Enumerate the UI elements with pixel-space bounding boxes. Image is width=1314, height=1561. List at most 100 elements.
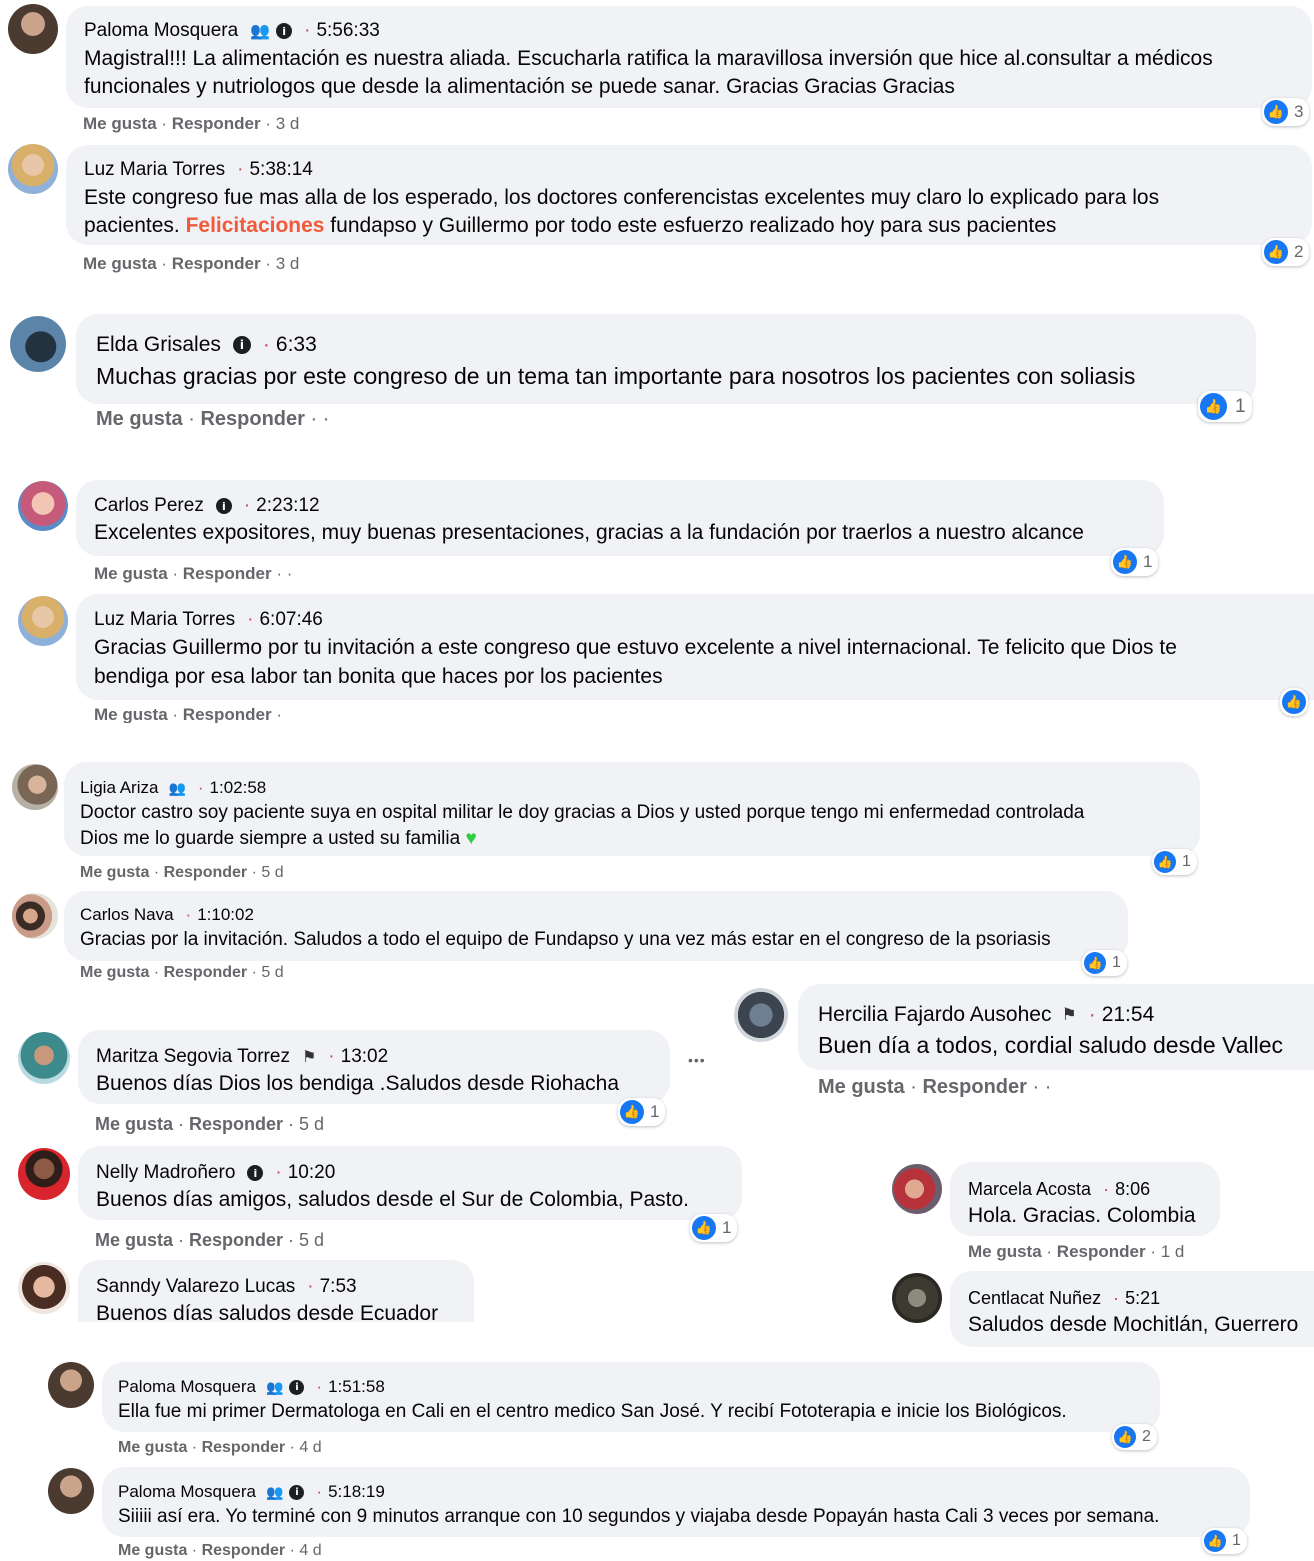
- like-button[interactable]: Me gusta: [94, 705, 168, 723]
- like-button[interactable]: Me gusta: [818, 1076, 905, 1098]
- avatar[interactable]: [48, 1362, 94, 1408]
- comment-age[interactable]: 3 d: [276, 114, 300, 133]
- like-button[interactable]: Me gusta: [95, 1230, 173, 1250]
- reply-button[interactable]: Responder: [200, 408, 304, 430]
- reply-button[interactable]: Responder: [183, 705, 272, 723]
- avatar[interactable]: [12, 764, 58, 810]
- comment-author[interactable]: Marcela Acosta: [968, 1179, 1091, 1200]
- comment-age[interactable]: 4 d: [299, 1439, 321, 1456]
- comment-time[interactable]: 1:51:58: [328, 1377, 385, 1397]
- comment-age[interactable]: 5 d: [261, 964, 283, 981]
- reply-button[interactable]: Responder: [202, 1542, 286, 1559]
- reply-button[interactable]: Responder: [183, 564, 272, 583]
- comment-time[interactable]: 10:20: [288, 1162, 336, 1184]
- reply-button[interactable]: Responder: [189, 1230, 283, 1250]
- comment-age[interactable]: ·: [1045, 1076, 1052, 1098]
- comment-bubble: Luz Maria Torres · 5:38:14 Este congreso …: [66, 145, 1312, 245]
- reaction-count[interactable]: 👍 2: [1112, 1424, 1157, 1450]
- reply-button[interactable]: Responder: [1057, 1242, 1146, 1261]
- comment-time[interactable]: 13:02: [341, 1046, 389, 1068]
- comment-time[interactable]: 7:53: [320, 1276, 357, 1298]
- comment-author[interactable]: Carlos Perez: [94, 495, 204, 517]
- avatar[interactable]: [734, 988, 788, 1042]
- avatar[interactable]: [18, 1262, 70, 1314]
- comment-time[interactable]: 8:06: [1115, 1179, 1150, 1200]
- avatar[interactable]: [8, 144, 58, 194]
- comment-author[interactable]: Elda Grisales: [96, 333, 221, 357]
- avatar[interactable]: [12, 893, 58, 939]
- comment-bubble: Elda Grisales i · 6:33 Muchas gracias por…: [76, 314, 1256, 404]
- avatar[interactable]: [18, 481, 68, 531]
- comment-text: Ella fue mi primer Dermatologa en Cali e…: [118, 1401, 1067, 1422]
- like-button[interactable]: Me gusta: [968, 1242, 1042, 1261]
- avatar[interactable]: [18, 1032, 70, 1084]
- comment-author[interactable]: Nelly Madroñero: [96, 1162, 235, 1184]
- reply-button[interactable]: Responder: [922, 1076, 1026, 1098]
- reply-button[interactable]: Responder: [189, 1114, 283, 1134]
- reaction-count[interactable]: 👍 3: [1262, 98, 1310, 126]
- comment-time[interactable]: 6:33: [276, 333, 317, 357]
- comment-time[interactable]: 2:23:12: [256, 495, 319, 517]
- reaction-count[interactable]: 👍: [1280, 688, 1308, 716]
- comment-author[interactable]: Sanndy Valarezo Lucas: [96, 1276, 295, 1298]
- comment-author[interactable]: Maritza Segovia Torrez: [96, 1046, 290, 1068]
- comment-author[interactable]: Paloma Mosquera: [118, 1482, 256, 1502]
- comment-author[interactable]: Ligia Ariza: [80, 778, 158, 798]
- like-button[interactable]: Me gusta: [96, 408, 183, 430]
- reaction-count[interactable]: 👍 1: [618, 1098, 666, 1126]
- comment-author[interactable]: Carlos Nava: [80, 905, 174, 925]
- reply-button[interactable]: Responder: [202, 1439, 286, 1456]
- like-button[interactable]: Me gusta: [80, 864, 149, 881]
- like-button[interactable]: Me gusta: [95, 1114, 173, 1134]
- avatar[interactable]: [18, 1148, 70, 1200]
- comment-author[interactable]: Luz Maria Torres: [94, 609, 235, 631]
- comment-time[interactable]: 5:38:14: [249, 159, 312, 181]
- reaction-count[interactable]: 👍 1: [1198, 391, 1252, 422]
- comment-age[interactable]: 5 d: [299, 1230, 324, 1250]
- comment-age[interactable]: 1 d: [1161, 1242, 1185, 1261]
- comment-age[interactable]: 5 d: [261, 864, 283, 881]
- like-button[interactable]: Me gusta: [94, 564, 168, 583]
- reply-button[interactable]: Responder: [172, 254, 261, 273]
- avatar[interactable]: [8, 4, 58, 54]
- reply-button[interactable]: Responder: [164, 964, 248, 981]
- comment-age[interactable]: 3 d: [276, 254, 300, 273]
- avatar[interactable]: [18, 596, 68, 646]
- comment-time[interactable]: 5:21: [1125, 1288, 1160, 1309]
- comment-time[interactable]: 6:07:46: [259, 609, 322, 631]
- reaction-count[interactable]: 👍 1: [1111, 548, 1159, 576]
- avatar[interactable]: [892, 1273, 942, 1323]
- avatar[interactable]: [10, 316, 66, 372]
- reaction-count[interactable]: 👍 2: [1262, 238, 1310, 266]
- like-button[interactable]: Me gusta: [118, 1439, 187, 1456]
- reply-button[interactable]: Responder: [172, 114, 261, 133]
- like-button[interactable]: Me gusta: [83, 254, 157, 273]
- like-icon: 👍: [1084, 952, 1106, 974]
- comment-age[interactable]: ·: [323, 408, 330, 430]
- reaction-count[interactable]: 👍 1: [1082, 950, 1127, 976]
- reaction-count[interactable]: 👍 1: [1152, 849, 1197, 875]
- more-options-button[interactable]: •••: [688, 1052, 706, 1068]
- like-button[interactable]: Me gusta: [118, 1542, 187, 1559]
- avatar[interactable]: [892, 1164, 942, 1214]
- comment-author[interactable]: Paloma Mosquera: [84, 20, 238, 42]
- comment-age[interactable]: ·: [287, 564, 293, 583]
- comment-author[interactable]: Luz Maria Torres: [84, 159, 225, 181]
- comment-author[interactable]: Centlacat Nuñez: [968, 1288, 1101, 1309]
- comment-time[interactable]: 21:54: [1102, 1003, 1155, 1027]
- comment-time[interactable]: 5:56:33: [316, 20, 379, 42]
- comment-time[interactable]: 1:10:02: [197, 905, 254, 925]
- comment-author[interactable]: Paloma Mosquera: [118, 1377, 256, 1397]
- comment-time[interactable]: 1:02:58: [210, 778, 267, 798]
- reaction-count[interactable]: 👍 1: [1202, 1528, 1247, 1554]
- avatar[interactable]: [48, 1468, 94, 1514]
- comment-author[interactable]: Hercilia Fajardo Ausohec: [818, 1003, 1051, 1027]
- like-button[interactable]: Me gusta: [83, 114, 157, 133]
- comment-age[interactable]: 4 d: [299, 1542, 321, 1559]
- reaction-count[interactable]: 👍 1: [690, 1214, 738, 1242]
- like-button[interactable]: Me gusta: [80, 964, 149, 981]
- comment-actions: Me gusta · Responder ·: [94, 705, 282, 723]
- comment-age[interactable]: 5 d: [299, 1114, 324, 1134]
- comment-time[interactable]: 5:18:19: [328, 1482, 385, 1502]
- reply-button[interactable]: Responder: [164, 864, 248, 881]
